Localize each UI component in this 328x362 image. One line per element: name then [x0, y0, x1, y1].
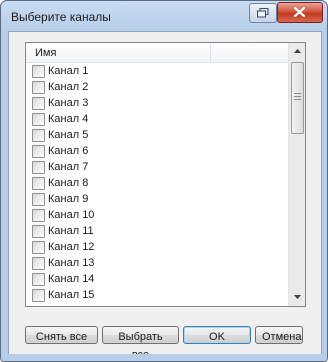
channel-checkbox[interactable]: [32, 225, 45, 238]
channel-checkbox[interactable]: [32, 129, 45, 142]
list-item[interactable]: Канал 8: [26, 175, 288, 191]
channel-label: Канал 13: [48, 257, 95, 269]
channel-label: Канал 10: [48, 209, 95, 221]
list-item[interactable]: Канал 14: [26, 271, 288, 287]
channel-checkbox[interactable]: [32, 273, 45, 286]
window-title: Выберите каналы: [11, 10, 111, 24]
channel-checkbox[interactable]: [32, 177, 45, 190]
channel-label: Канал 9: [48, 193, 89, 205]
channel-checkbox[interactable]: [32, 209, 45, 222]
channel-label: Канал 3: [48, 97, 89, 109]
list-item[interactable]: Канал 9: [26, 191, 288, 207]
chevron-down-icon: [294, 295, 301, 299]
dialog-body: Имя Канал 1 Канал 2 Канал 3 Канал 4 Канал 5К…: [8, 31, 322, 361]
list-item[interactable]: Канал 3: [26, 95, 288, 111]
channel-checkbox[interactable]: [32, 145, 45, 158]
channel-checkbox[interactable]: [32, 161, 45, 174]
column-header-name: Имя: [35, 47, 57, 59]
list-item[interactable]: Канал 2: [26, 79, 288, 95]
channel-label: Канал 14: [48, 273, 95, 285]
channel-label: Канал 8: [48, 177, 89, 189]
channel-checkbox[interactable]: [32, 81, 45, 94]
column-header[interactable]: Имя: [26, 43, 288, 63]
thumb-grip: [294, 93, 301, 94]
title-bar[interactable]: Выберите каналы: [1, 1, 327, 31]
vertical-scrollbar[interactable]: [288, 43, 305, 306]
channel-checkbox[interactable]: [32, 97, 45, 110]
ok-button[interactable]: OK: [183, 326, 251, 344]
channel-label: Канал 5: [48, 129, 89, 141]
channel-checkbox[interactable]: [32, 65, 45, 78]
button-bar: Снять все Выбрать все OK Отмена: [9, 326, 321, 361]
cancel-button[interactable]: Отмена: [255, 326, 303, 344]
thumb-grip: [294, 99, 301, 100]
column-separator[interactable]: [210, 43, 211, 62]
channel-label: Канал 11: [48, 225, 94, 237]
list-item[interactable]: Канал 4: [26, 111, 288, 127]
list-item[interactable]: Канал 1: [26, 63, 288, 79]
list-item[interactable]: Канал 6: [26, 143, 288, 159]
scroll-down-button[interactable]: [289, 289, 305, 306]
channel-label: Канал 4: [48, 113, 89, 125]
list-item[interactable]: Канал 10: [26, 207, 288, 223]
window-frame-bottom: [1, 354, 327, 361]
close-icon: [294, 7, 305, 17]
channel-checkbox[interactable]: [32, 241, 45, 254]
channel-list[interactable]: Имя Канал 1 Канал 2 Канал 3 Канал 4 Канал 5К…: [25, 42, 306, 307]
channel-checkbox[interactable]: [32, 289, 45, 302]
channel-select-dialog: Выберите каналы Имя Канал 1 Канал 2 Канал …: [0, 0, 328, 362]
chevron-up-icon: [294, 49, 301, 53]
list-item[interactable]: Канал 5: [26, 127, 288, 143]
list-item[interactable]: Канал 15: [26, 287, 288, 303]
scroll-thumb[interactable]: [291, 62, 304, 134]
channel-rows: Канал 1 Канал 2 Канал 3 Канал 4 Канал 5 Канал…: [26, 63, 288, 306]
list-item[interactable]: Канал 7: [26, 159, 288, 175]
channel-checkbox[interactable]: [32, 193, 45, 206]
list-item[interactable]: Канал 13: [26, 255, 288, 271]
channel-label: Канал 15: [48, 289, 95, 301]
list-item[interactable]: Канал 11: [26, 223, 288, 239]
channel-checkbox[interactable]: [32, 113, 45, 126]
channel-label: Канал 2: [48, 81, 89, 93]
close-button[interactable]: [277, 2, 323, 23]
channel-label: Канал 12: [48, 241, 95, 253]
thumb-grip: [294, 96, 301, 97]
restore-icon: [257, 8, 269, 18]
channel-label: Канал 1: [48, 65, 89, 77]
channel-label: Канал 6: [48, 145, 89, 157]
clear-all-button[interactable]: Снять все: [25, 326, 98, 344]
list-item[interactable]: Канал 12: [26, 239, 288, 255]
channel-label: Канал 7: [48, 161, 89, 173]
scroll-up-button[interactable]: [289, 43, 305, 60]
select-all-button[interactable]: Выбрать все: [102, 326, 179, 361]
channel-checkbox[interactable]: [32, 257, 45, 270]
restore-button[interactable]: [249, 3, 277, 23]
